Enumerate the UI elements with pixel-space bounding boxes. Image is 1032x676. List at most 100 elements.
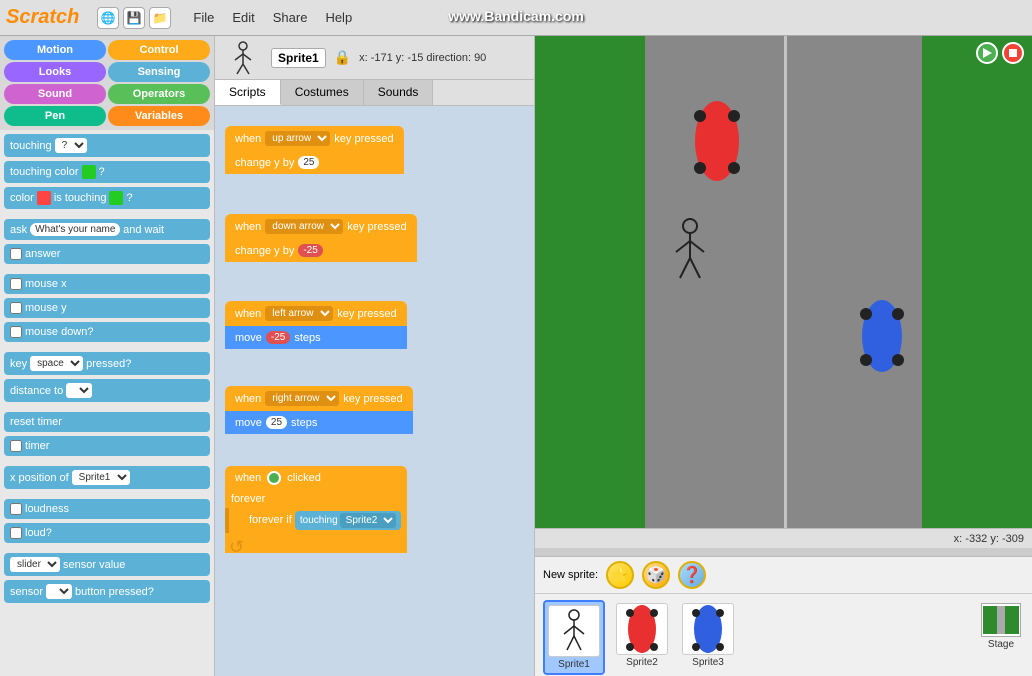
menu-help[interactable]: Help	[321, 8, 356, 27]
color-swatch2	[37, 191, 51, 205]
hat-left-arrow[interactable]: when left arrow key pressed	[225, 301, 407, 326]
hat-flag-clicked[interactable]: when clicked	[225, 466, 407, 490]
cat-sensing[interactable]: Sensing	[108, 62, 210, 82]
stop-icon	[1008, 48, 1018, 58]
cat-sound[interactable]: Sound	[4, 84, 106, 104]
new-sprite-upload-btn[interactable]: ❓	[678, 561, 706, 589]
key-dropdown[interactable]: space	[30, 356, 83, 371]
tab-sounds[interactable]: Sounds	[364, 80, 434, 105]
block-distance-to[interactable]: distance to	[4, 379, 210, 402]
hat-up-arrow[interactable]: when up arrow key pressed	[225, 126, 404, 151]
action-move-25[interactable]: move 25 steps	[225, 411, 413, 434]
menu-file[interactable]: File	[189, 8, 218, 27]
forever-label[interactable]: forever	[225, 490, 407, 508]
sprite3-thumb-img	[682, 603, 734, 655]
block-slider-sensor[interactable]: slider sensor value	[4, 553, 210, 576]
flag-icon	[981, 47, 993, 59]
key-left-dropdown[interactable]: left arrow	[265, 306, 333, 321]
mousedown-checkbox[interactable]	[10, 326, 22, 338]
sprite3-label: Sprite3	[692, 657, 724, 668]
block-x-position[interactable]: x position of Sprite1	[4, 466, 210, 489]
slider-dropdown[interactable]: slider	[10, 557, 60, 572]
stop-btn[interactable]	[1002, 42, 1024, 64]
sprite-panel: New sprite: ⭐ 🎲 ❓	[535, 556, 1032, 676]
key-down-dropdown[interactable]: down arrow	[265, 219, 343, 234]
sprite1-thumb-img	[548, 605, 600, 657]
ask-input[interactable]	[30, 223, 120, 236]
block-categories: Motion Control Looks Sensing Sound Opera…	[0, 36, 214, 130]
block-ask[interactable]: ask and wait	[4, 219, 210, 240]
cat-motion[interactable]: Motion	[4, 40, 106, 60]
globe-icon[interactable]: 🌐	[97, 7, 119, 29]
action-change-y-neg25[interactable]: change y by -25	[225, 239, 417, 262]
block-timer[interactable]: timer	[4, 436, 210, 456]
key-up-dropdown[interactable]: up arrow	[265, 131, 330, 146]
block-mouse-x[interactable]: mouse x	[4, 274, 210, 294]
tab-scripts[interactable]: Scripts	[215, 80, 281, 105]
loud-checkbox[interactable]	[10, 527, 22, 539]
menu-share[interactable]: Share	[269, 8, 312, 27]
sprite3-thumb-svg	[690, 603, 726, 655]
center-panel: Sprite1 🔒 x: -171 y: -15 direction: 90 S…	[215, 36, 535, 676]
block-answer[interactable]: answer	[4, 244, 210, 264]
game-scene	[535, 36, 1032, 528]
cat-control[interactable]: Control	[108, 40, 210, 60]
block-loud[interactable]: loud?	[4, 523, 210, 543]
action-change-y-25[interactable]: change y by 25	[225, 151, 404, 174]
new-sprite-random-btn[interactable]: 🎲	[642, 561, 670, 589]
green-flag-btn[interactable]	[976, 42, 998, 64]
forever-if-row[interactable]: forever if touching Sprite2	[225, 508, 407, 533]
color-swatch	[82, 165, 96, 179]
menu-edit[interactable]: Edit	[228, 8, 258, 27]
hat-down-arrow[interactable]: when down arrow key pressed	[225, 214, 417, 239]
mousex-checkbox[interactable]	[10, 278, 22, 290]
value-move-25: 25	[266, 416, 287, 429]
block-mouse-y[interactable]: mouse y	[4, 298, 210, 318]
block-loudness[interactable]: loudness	[4, 499, 210, 519]
touching-block[interactable]: touching Sprite2	[295, 511, 401, 530]
cat-variables[interactable]: Variables	[108, 106, 210, 126]
timer-checkbox[interactable]	[10, 440, 22, 452]
action-move-neg25[interactable]: move -25 steps	[225, 326, 407, 349]
distance-dropdown[interactable]	[66, 383, 92, 398]
script-forever: when clicked forever forever if touching…	[225, 466, 407, 553]
cat-operators[interactable]: Operators	[108, 84, 210, 104]
touching-select[interactable]: Sprite2	[340, 513, 396, 528]
answer-checkbox[interactable]	[10, 248, 22, 260]
stage-thumb-svg	[983, 606, 1019, 634]
sprite-thumb-sprite2[interactable]: Sprite2	[613, 600, 671, 671]
key-right-dropdown[interactable]: right arrow	[265, 391, 339, 406]
block-reset-timer[interactable]: reset timer	[4, 412, 210, 432]
forever-bottom: ↺	[225, 533, 407, 553]
block-color-touching[interactable]: color is touching ?	[4, 187, 210, 209]
sensor-button-dropdown[interactable]	[46, 584, 72, 599]
loudness-checkbox[interactable]	[10, 503, 22, 515]
green-flag-icon	[267, 471, 281, 485]
sprite-thumb-sprite1[interactable]: Sprite1	[543, 600, 605, 675]
sprite-lock-icon: 🔒	[334, 49, 351, 66]
cat-looks[interactable]: Looks	[4, 62, 106, 82]
stage-canvas	[535, 36, 1032, 528]
save-icon[interactable]: 💾	[123, 7, 145, 29]
stage-thumb[interactable]: Stage	[978, 600, 1024, 653]
value-move-neg25: -25	[266, 331, 290, 344]
hat-right-arrow[interactable]: when right arrow key pressed	[225, 386, 413, 411]
cat-pen[interactable]: Pen	[4, 106, 106, 126]
stage-label: Stage	[988, 639, 1014, 650]
menubar: Scratch 🌐 💾 📁 File Edit Share Help www.B…	[0, 0, 1032, 36]
touching-dropdown-btn[interactable]: ?	[55, 138, 87, 153]
block-sensor-button[interactable]: sensor button pressed?	[4, 580, 210, 603]
xposition-sprite-dropdown[interactable]: Sprite1	[72, 470, 130, 485]
tab-costumes[interactable]: Costumes	[281, 80, 364, 105]
new-sprite-star-btn[interactable]: ⭐	[606, 561, 634, 589]
folder-icon[interactable]: 📁	[149, 7, 171, 29]
block-touching-color[interactable]: touching color ?	[4, 161, 210, 183]
sprite-thumb-sprite3[interactable]: Sprite3	[679, 600, 737, 671]
mousey-checkbox[interactable]	[10, 302, 22, 314]
scripts-area[interactable]: when up arrow key pressed change y by 25…	[215, 106, 534, 676]
green-right	[922, 36, 1032, 528]
block-touching[interactable]: touching ?	[4, 134, 210, 157]
green-left	[535, 36, 645, 528]
block-key-pressed[interactable]: key space pressed?	[4, 352, 210, 375]
block-mouse-down[interactable]: mouse down?	[4, 322, 210, 342]
